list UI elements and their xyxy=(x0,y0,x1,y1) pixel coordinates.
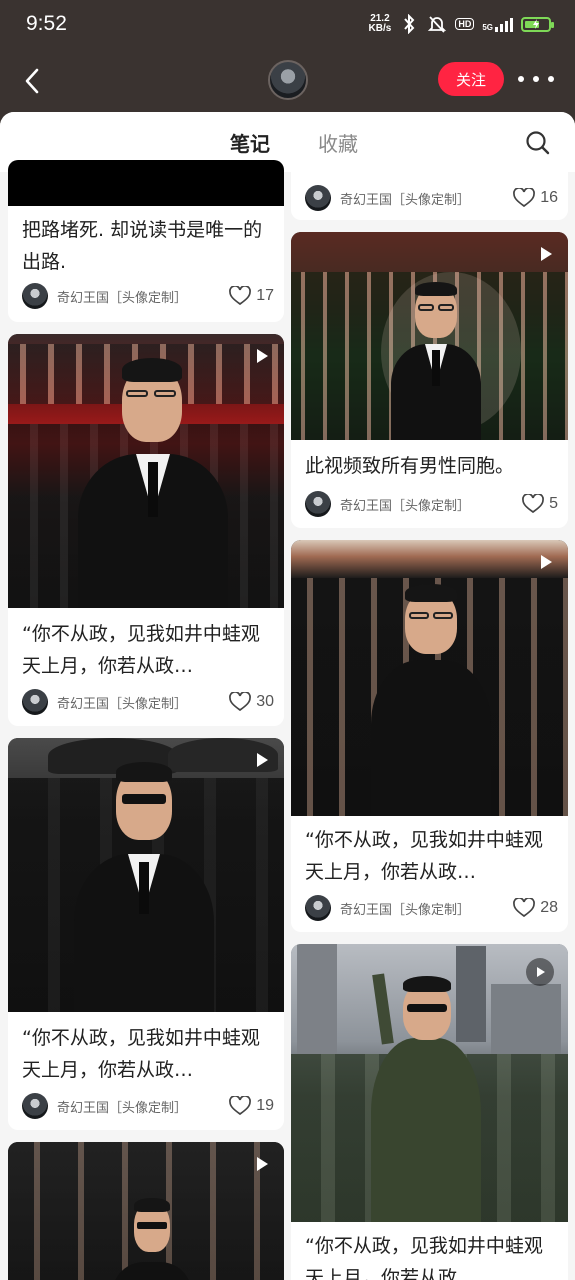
like-count: 16 xyxy=(540,189,558,206)
note-cover-image xyxy=(8,160,284,206)
heart-icon xyxy=(522,494,544,514)
author-name[interactable]: 奇幻王国［头像定制］ xyxy=(340,495,522,514)
video-play-icon xyxy=(257,349,268,363)
note-cover-image xyxy=(8,1142,284,1280)
bluetooth-icon xyxy=(399,14,419,34)
note-card[interactable]: “你不从政，见我如井中蛙观天上月，你若从政… 奇幻王国［头像定制］ 30 xyxy=(8,334,284,726)
note-meta: 奇幻王国［头像定制］ 30 xyxy=(22,688,274,716)
person-figure xyxy=(78,354,228,608)
note-card[interactable]: “你不从政，见我如井中蛙观天上月，你若从政… 奇幻王国［头像定制］ 19 xyxy=(8,738,284,1130)
note-card[interactable]: “你不从政，见我如井中蛙观天上月，你若从政… xyxy=(291,944,568,1280)
video-play-icon xyxy=(257,753,268,767)
author-name[interactable]: 奇幻王国［头像定制］ xyxy=(57,1097,229,1116)
more-button[interactable] xyxy=(518,66,554,92)
author-avatar[interactable] xyxy=(22,689,48,715)
note-cover-image xyxy=(291,944,568,1222)
author-name[interactable]: 奇幻王国［头像定制］ xyxy=(57,693,229,712)
network-speed-unit: KB/s xyxy=(368,23,392,34)
tab-notes[interactable]: 笔记 xyxy=(230,128,270,157)
like-button[interactable]: 19 xyxy=(229,1096,274,1116)
back-button[interactable] xyxy=(18,66,48,96)
author-avatar[interactable] xyxy=(305,491,331,517)
battery-charging-icon xyxy=(521,16,554,32)
heart-icon xyxy=(229,1096,252,1116)
like-count: 30 xyxy=(256,693,274,710)
author-name[interactable]: 奇幻王国［头像定制］ xyxy=(340,899,513,918)
note-cover-image xyxy=(291,540,568,816)
search-icon xyxy=(526,131,550,155)
heart-icon xyxy=(513,188,536,208)
person-figure xyxy=(74,758,214,1012)
video-play-icon xyxy=(526,958,554,986)
note-meta: 奇幻王国［头像定制］ 19 xyxy=(22,1092,274,1120)
author-avatar[interactable] xyxy=(305,185,331,211)
heart-icon xyxy=(229,692,252,712)
like-button[interactable]: 5 xyxy=(522,494,558,514)
note-meta: 奇幻王国［头像定制］ 17 xyxy=(22,282,274,310)
status-icons: 21.2 KB/s HD 5G xyxy=(369,14,554,34)
note-title: “你不从政，见我如井中蛙观天上月，你若从政… xyxy=(22,623,260,677)
note-card[interactable]: 把路堵死. 却说读书是唯一的出路. 奇幻王国［头像定制］ 17 xyxy=(8,160,284,322)
person-figure xyxy=(371,580,491,816)
heart-icon xyxy=(229,286,252,306)
like-button[interactable]: 16 xyxy=(513,188,558,208)
author-name[interactable]: 奇幻王国［头像定制］ xyxy=(57,287,229,306)
mute-bell-icon xyxy=(427,14,447,34)
like-count: 28 xyxy=(540,899,558,916)
content-sheet: 笔记 收藏 把路堵死. 却说读书是唯一的出路. 奇幻王国［头像定制］ 17 “你… xyxy=(0,112,575,1280)
note-card[interactable]: 此视频致所有男性同胞。 奇幻王国［头像定制］ 5 xyxy=(291,232,568,528)
video-play-icon xyxy=(257,1157,268,1171)
video-play-icon xyxy=(541,247,552,261)
note-card[interactable] xyxy=(8,1142,284,1280)
author-name[interactable]: 奇幻王国［头像定制］ xyxy=(340,189,513,208)
signal-icon: 5G xyxy=(482,16,513,32)
note-cover-image xyxy=(291,232,568,440)
author-avatar[interactable] xyxy=(22,283,48,309)
note-title: 把路堵死. 却说读书是唯一的出路. xyxy=(22,219,263,273)
note-card[interactable]: “你不从政，见我如井中蛙观天上月，你若从政… 奇幻王国［头像定制］ 28 xyxy=(291,540,568,932)
profile-header: 关注 xyxy=(0,52,575,112)
note-cover-image xyxy=(8,334,284,608)
follow-button[interactable]: 关注 xyxy=(438,62,504,96)
like-button[interactable]: 28 xyxy=(513,898,558,918)
like-count: 5 xyxy=(549,495,558,512)
person-figure xyxy=(391,282,481,440)
search-button[interactable] xyxy=(525,130,551,156)
note-title: 此视频致所有男性同胞。 xyxy=(305,455,515,477)
author-avatar[interactable] xyxy=(305,895,331,921)
status-bar: 9:52 21.2 KB/s HD 5G xyxy=(0,0,575,52)
note-title: “你不从政，见我如井中蛙观天上月，你若从政… xyxy=(305,829,543,883)
profile-avatar[interactable] xyxy=(268,60,308,100)
person-figure xyxy=(371,973,481,1222)
video-play-icon xyxy=(541,555,552,569)
note-title: “你不从政，见我如井中蛙观天上月，你若从政… xyxy=(22,1027,260,1081)
like-count: 19 xyxy=(256,1097,274,1114)
back-arrow-icon xyxy=(25,68,39,94)
note-title: “你不从政，见我如井中蛙观天上月，你若从政… xyxy=(305,1235,543,1280)
note-card[interactable]: 奇幻王国［头像定制］ 16 xyxy=(291,160,568,220)
heart-icon xyxy=(513,898,536,918)
network-speed: 21.2 KB/s xyxy=(369,14,392,34)
like-button[interactable]: 30 xyxy=(229,692,274,712)
like-button[interactable]: 17 xyxy=(229,286,274,306)
status-time: 9:52 xyxy=(26,12,67,35)
like-count: 17 xyxy=(256,287,274,304)
hd-icon: HD xyxy=(455,18,475,30)
signal-label: 5G xyxy=(482,23,493,32)
tab-collections[interactable]: 收藏 xyxy=(318,128,358,157)
author-avatar[interactable] xyxy=(22,1093,48,1119)
note-meta: 奇幻王国［头像定制］ 5 xyxy=(305,490,558,518)
more-icon xyxy=(518,76,524,82)
person-figure xyxy=(112,1198,192,1280)
note-cover-image xyxy=(8,738,284,1012)
note-meta: 奇幻王国［头像定制］ 16 xyxy=(305,184,558,212)
note-meta: 奇幻王国［头像定制］ 28 xyxy=(305,894,558,922)
